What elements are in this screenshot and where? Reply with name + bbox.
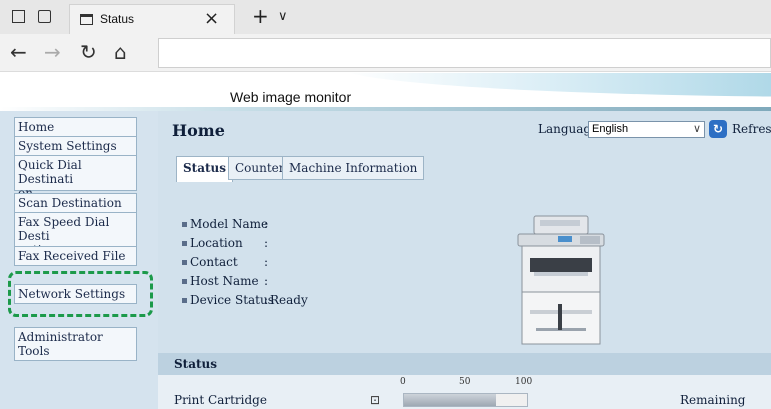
info-label: Contact xyxy=(190,255,238,269)
page-title: Home xyxy=(172,121,225,140)
remaining-level: Remaining Level 3 xyxy=(680,393,746,409)
bullet-icon xyxy=(182,298,187,303)
close-tab-icon[interactable]: × xyxy=(204,8,219,29)
monitor-header: Web image monitor xyxy=(0,73,771,111)
info-separator: : xyxy=(264,217,269,231)
info-row-host-name: Host Name : xyxy=(182,274,462,290)
bullet-icon xyxy=(182,241,187,246)
sidebar: Home System Settings Quick Dial Destinat… xyxy=(0,111,158,409)
scale-tick-0: 0 xyxy=(400,377,406,387)
home-icon[interactable]: ⌂ xyxy=(114,40,127,64)
info-separator: : xyxy=(264,293,269,307)
tab-status[interactable]: Status xyxy=(176,156,234,182)
cartridge-level-fill xyxy=(404,394,496,406)
sidebar-item-scan-destination[interactable]: Scan Destination xyxy=(14,193,137,213)
chevron-down-icon: ∨ xyxy=(692,122,701,135)
tab-machine-information[interactable]: Machine Information xyxy=(282,156,425,180)
info-separator: : xyxy=(264,236,269,250)
scale-tick-100: 100 xyxy=(515,377,533,387)
browser-tab-status[interactable]: Status × xyxy=(69,4,235,34)
sidebar-item-fax-received-file[interactable]: Fax Received File xyxy=(14,246,137,266)
tab-actions-icon[interactable] xyxy=(12,10,25,23)
page-icon xyxy=(80,14,93,25)
refresh-link[interactable]: Refresh xyxy=(732,122,771,136)
info-separator: : xyxy=(264,274,269,288)
scale-tick-50: 50 xyxy=(459,377,471,387)
tab-list-chevron-icon[interactable]: ∨ xyxy=(278,9,288,24)
status-section-header: Status xyxy=(158,353,771,375)
info-row-device-status: Device Status : Ready xyxy=(182,293,462,309)
main-content: Home Language English ∨ ↻ Refresh Status… xyxy=(158,111,771,409)
info-label: Host Name xyxy=(190,274,259,288)
monitor-title: Web image monitor xyxy=(230,89,352,105)
bullet-icon xyxy=(182,260,187,265)
header-swoosh xyxy=(340,73,771,97)
info-separator: : xyxy=(264,255,269,269)
tab-title: Status xyxy=(100,12,135,26)
network-settings-highlight xyxy=(8,271,153,317)
set-aside-tabs-icon[interactable] xyxy=(38,10,51,23)
info-label: Model Name xyxy=(190,217,269,231)
browser-nav-bar: ← → ↻ ⌂ xyxy=(0,34,771,72)
back-icon[interactable]: ← xyxy=(10,40,27,64)
bullet-icon xyxy=(182,279,187,284)
browser-tab-bar: Status × + ∨ xyxy=(0,0,771,34)
info-row-contact: Contact : xyxy=(182,255,462,271)
forward-icon[interactable]: → xyxy=(44,40,61,64)
supply-status-row: 0 50 100 Print Cartridge ⊡ Remaining Lev… xyxy=(158,375,771,409)
language-value: English xyxy=(592,123,629,135)
sidebar-item-fax-speed-dial[interactable]: Fax Speed Dial Desti nation xyxy=(14,212,137,257)
printer-image xyxy=(517,215,605,345)
info-value: Ready xyxy=(270,293,308,307)
sidebar-item-administrator-tools[interactable]: Administrator Tools xyxy=(14,327,137,361)
refresh-icon[interactable]: ↻ xyxy=(709,120,727,138)
print-cartridge-label: Print Cartridge xyxy=(174,393,267,407)
cartridge-icon: ⊡ xyxy=(370,393,381,407)
info-label: Device Status xyxy=(190,293,274,307)
sidebar-item-quick-dial[interactable]: Quick Dial Destinati on xyxy=(14,155,137,200)
language-select[interactable]: English ∨ xyxy=(588,121,705,138)
info-label: Location xyxy=(190,236,243,250)
info-row-location: Location : xyxy=(182,236,462,252)
reload-icon[interactable]: ↻ xyxy=(80,40,97,64)
info-row-model-name: Model Name : xyxy=(182,217,462,233)
sidebar-item-home[interactable]: Home xyxy=(14,117,137,137)
sidebar-item-system-settings[interactable]: System Settings xyxy=(14,136,137,156)
address-bar[interactable] xyxy=(158,38,771,68)
cartridge-level-bar xyxy=(403,393,528,407)
new-tab-icon[interactable]: + xyxy=(252,4,269,28)
bullet-icon xyxy=(182,222,187,227)
